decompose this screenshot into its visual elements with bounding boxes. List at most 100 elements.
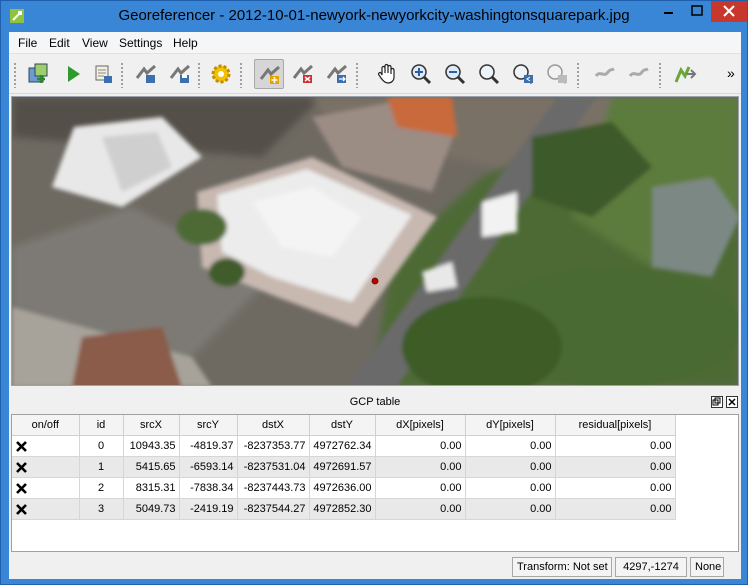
enabled-checkbox[interactable]: [12, 477, 80, 499]
table-row[interactable]: 0 10943.35 -4819.37 -8237353.77 4972762.…: [12, 435, 676, 457]
zoom-next-button[interactable]: [542, 59, 572, 89]
title-bar[interactable]: Georeferencer - 2012-10-01-newyork-newyo…: [1, 1, 747, 32]
col-header-id[interactable]: id: [79, 415, 124, 436]
menu-settings[interactable]: Settings: [119, 36, 162, 50]
col-header-dx[interactable]: dX[pixels]: [375, 415, 466, 436]
toolbar-grip[interactable]: [239, 62, 243, 88]
load-gcp-points-button[interactable]: [131, 59, 161, 89]
minimize-button[interactable]: [653, 1, 683, 22]
toolbar-grip[interactable]: [120, 62, 124, 88]
zoom-last-button[interactable]: [508, 59, 538, 89]
cell-srcy[interactable]: -4819.37: [179, 435, 238, 457]
cell-dsty[interactable]: 4972636.00: [309, 477, 376, 499]
cell-residual[interactable]: 0.00: [555, 477, 676, 499]
cell-residual[interactable]: 0.00: [555, 435, 676, 457]
histogram-stretch-icon: [674, 66, 697, 83]
gcp-table[interactable]: on/off id srcX srcY dstX dstY dX[pixels]…: [11, 414, 739, 552]
cell-dx[interactable]: 0.00: [375, 435, 466, 457]
table-row[interactable]: 3 5049.73 -2419.19 -8237544.27 4972852.3…: [12, 498, 676, 520]
maximize-button[interactable]: [683, 1, 711, 22]
georeferencer-window: Georeferencer - 2012-10-01-newyork-newyo…: [0, 0, 748, 585]
cell-dx[interactable]: 0.00: [375, 477, 466, 499]
link-georeferencer-to-qgis-button[interactable]: [590, 59, 620, 89]
cell-srcx[interactable]: 5415.65: [123, 456, 180, 478]
enabled-checkbox[interactable]: [12, 435, 80, 457]
gcp-marker[interactable]: [371, 277, 379, 285]
cell-dstx[interactable]: -8237443.73: [237, 477, 310, 499]
save-points-icon: [169, 64, 190, 83]
cell-id[interactable]: 1: [79, 456, 124, 478]
float-dock-button[interactable]: [711, 396, 723, 408]
open-raster-icon: [28, 63, 48, 83]
move-gcp-point-button[interactable]: [322, 59, 352, 89]
cell-srcy[interactable]: -2419.19: [179, 498, 238, 520]
menu-file[interactable]: File: [18, 36, 37, 50]
delete-point-icon: [292, 64, 313, 83]
start-georeferencing-button[interactable]: [58, 59, 88, 89]
cell-residual[interactable]: 0.00: [555, 456, 676, 478]
raster-map-canvas[interactable]: [11, 96, 739, 386]
cell-dsty[interactable]: 4972762.34: [309, 435, 376, 457]
close-dock-button[interactable]: [726, 396, 738, 408]
col-header-dstx[interactable]: dstX: [237, 415, 310, 436]
cell-dsty[interactable]: 4972691.57: [309, 456, 376, 478]
cell-srcx[interactable]: 8315.31: [123, 477, 180, 499]
table-row[interactable]: 1 5415.65 -6593.14 -8237531.04 4972691.5…: [12, 456, 676, 478]
transformation-settings-button[interactable]: [206, 59, 236, 89]
toolbar-grip[interactable]: [658, 62, 662, 88]
generate-gdal-script-button[interactable]: [88, 59, 118, 89]
col-header-srcx[interactable]: srcX: [123, 415, 180, 436]
cell-dy[interactable]: 0.00: [465, 477, 556, 499]
cell-dstx[interactable]: -8237531.04: [237, 456, 310, 478]
transform-status[interactable]: Transform: Not set: [512, 557, 612, 577]
table-row[interactable]: 2 8315.31 -7838.34 -8237443.73 4972636.0…: [12, 477, 676, 499]
toolbar-grip[interactable]: [576, 62, 580, 88]
full-histogram-stretch-button[interactable]: [670, 59, 700, 89]
toolbar-grip[interactable]: [355, 62, 359, 88]
menu-view[interactable]: View: [82, 36, 108, 50]
enabled-checkbox[interactable]: [12, 498, 80, 520]
cell-srcx[interactable]: 5049.73: [123, 498, 180, 520]
close-icon: [723, 5, 735, 17]
col-header-dsty[interactable]: dstY: [309, 415, 376, 436]
menu-edit[interactable]: Edit: [49, 36, 70, 50]
cell-id[interactable]: 0: [79, 435, 124, 457]
toolbar-overflow-button[interactable]: »: [727, 65, 735, 81]
gcp-table-dock-header[interactable]: GCP table: [9, 394, 741, 412]
cell-srcy[interactable]: -7838.34: [179, 477, 238, 499]
cell-id[interactable]: 2: [79, 477, 124, 499]
col-header-dy[interactable]: dY[pixels]: [465, 415, 556, 436]
cell-residual[interactable]: 0.00: [555, 498, 676, 520]
cell-dsty[interactable]: 4972852.30: [309, 498, 376, 520]
zoom-out-button[interactable]: [440, 59, 470, 89]
cell-dy[interactable]: 0.00: [465, 435, 556, 457]
col-header-residual[interactable]: residual[pixels]: [555, 415, 676, 436]
open-raster-button[interactable]: [23, 59, 53, 89]
cell-id[interactable]: 3: [79, 498, 124, 520]
cell-dstx[interactable]: -8237353.77: [237, 435, 310, 457]
cell-dy[interactable]: 0.00: [465, 498, 556, 520]
cell-dy[interactable]: 0.00: [465, 456, 556, 478]
toolbar-grip[interactable]: [13, 62, 17, 88]
menu-help[interactable]: Help: [173, 36, 198, 50]
cell-dstx[interactable]: -8237544.27: [237, 498, 310, 520]
add-point-button[interactable]: [254, 59, 284, 89]
save-gcp-points-button[interactable]: [165, 59, 195, 89]
close-button[interactable]: [711, 1, 747, 22]
zoom-to-layer-button[interactable]: [474, 59, 504, 89]
col-header-srcy[interactable]: srcY: [179, 415, 238, 436]
checked-x-icon: [16, 503, 27, 515]
pan-button[interactable]: [372, 59, 402, 89]
crs-status[interactable]: None: [690, 557, 724, 577]
cell-dx[interactable]: 0.00: [375, 456, 466, 478]
enabled-checkbox[interactable]: [12, 456, 80, 478]
col-header-onoff[interactable]: on/off: [12, 415, 80, 436]
delete-point-button[interactable]: [288, 59, 318, 89]
link-qgis-to-georeferencer-button[interactable]: [624, 59, 654, 89]
cell-srcx[interactable]: 10943.35: [123, 435, 180, 457]
script-icon: [95, 65, 112, 83]
cell-srcy[interactable]: -6593.14: [179, 456, 238, 478]
toolbar-grip[interactable]: [197, 62, 201, 88]
cell-dx[interactable]: 0.00: [375, 498, 466, 520]
zoom-in-button[interactable]: [406, 59, 436, 89]
